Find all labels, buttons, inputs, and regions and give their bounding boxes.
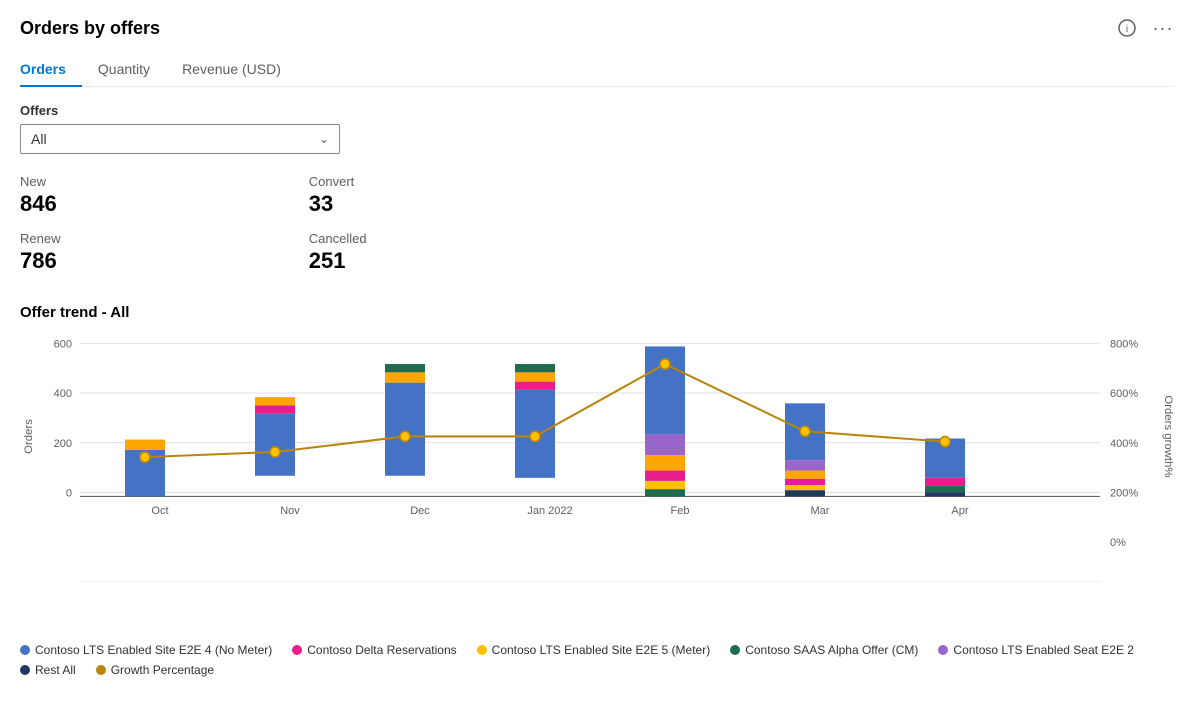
stat-renew-value: 786 — [20, 248, 309, 274]
chevron-down-icon: ⌄ — [319, 132, 329, 146]
svg-text:Mar: Mar — [811, 505, 830, 517]
svg-text:800%: 800% — [1110, 338, 1138, 350]
more-options-icon[interactable]: ··· — [1151, 16, 1175, 40]
legend-label-0: Contoso LTS Enabled Site E2E 4 (No Meter… — [35, 643, 272, 657]
legend-label-3: Contoso SAAS Alpha Offer (CM) — [745, 643, 918, 657]
stat-new-value: 846 — [20, 191, 309, 217]
stat-convert: Convert 33 — [309, 170, 598, 227]
stats-grid: New 846 Convert 33 Renew 786 Cancelled 2… — [20, 170, 598, 284]
svg-text:Nov: Nov — [280, 505, 300, 517]
legend-item-3: Contoso SAAS Alpha Offer (CM) — [730, 643, 918, 657]
stat-renew: Renew 786 — [20, 227, 309, 284]
svg-text:400%: 400% — [1110, 438, 1138, 450]
stat-renew-label: Renew — [20, 231, 309, 246]
legend-item-6: Growth Percentage — [96, 663, 214, 677]
svg-text:Orders growth%: Orders growth% — [1162, 395, 1174, 477]
legend-label-5: Rest All — [35, 663, 76, 677]
legend-color-contoso-lts-4 — [20, 645, 30, 655]
legend-item-0: Contoso LTS Enabled Site E2E 4 (No Meter… — [20, 643, 272, 657]
header-icons: i ··· — [1115, 16, 1175, 40]
stat-cancelled-label: Cancelled — [309, 231, 598, 246]
svg-text:Apr: Apr — [951, 505, 968, 517]
stat-new: New 846 — [20, 170, 309, 227]
svg-text:Oct: Oct — [151, 505, 169, 517]
legend-item-2: Contoso LTS Enabled Site E2E 5 (Meter) — [477, 643, 711, 657]
svg-text:Jan 2022: Jan 2022 — [527, 505, 572, 517]
chart-legend: Contoso LTS Enabled Site E2E 4 (No Meter… — [20, 643, 1175, 677]
svg-text:0%: 0% — [1110, 537, 1126, 549]
legend-color-rest-all — [20, 665, 30, 675]
stat-convert-label: Convert — [309, 174, 598, 189]
tab-quantity[interactable]: Quantity — [98, 53, 166, 87]
legend-color-growth — [96, 665, 106, 675]
page-container: Orders by offers i ··· Orders Quantity R… — [0, 0, 1195, 702]
info-icon[interactable]: i — [1115, 16, 1139, 40]
legend-label-6: Growth Percentage — [111, 663, 214, 677]
svg-text:Feb: Feb — [671, 505, 690, 517]
legend-item-5: Rest All — [20, 663, 76, 677]
svg-text:200: 200 — [54, 438, 72, 450]
legend-color-contoso-delta — [292, 645, 302, 655]
header-row: Orders by offers i ··· — [20, 16, 1175, 40]
page-title: Orders by offers — [20, 18, 160, 39]
svg-text:Orders: Orders — [23, 419, 35, 454]
stat-convert-value: 33 — [309, 191, 598, 217]
stat-new-label: New — [20, 174, 309, 189]
chart-wrapper: 600 400 200 0 800% 600% 400% 200% 0% Ord… — [20, 333, 1175, 633]
stat-cancelled: Cancelled 251 — [309, 227, 598, 284]
legend-item-1: Contoso Delta Reservations — [292, 643, 456, 657]
svg-text:200%: 200% — [1110, 487, 1138, 499]
svg-text:600%: 600% — [1110, 388, 1138, 400]
offers-dropdown[interactable]: All ⌄ — [20, 124, 340, 154]
legend-label-1: Contoso Delta Reservations — [307, 643, 456, 657]
tab-orders[interactable]: Orders — [20, 53, 82, 87]
offers-label: Offers — [20, 103, 1175, 118]
legend-color-contoso-saas — [730, 645, 740, 655]
svg-text:i: i — [1126, 24, 1128, 35]
tabs-bar: Orders Quantity Revenue (USD) — [20, 52, 1175, 87]
chart-title: Offer trend - All — [20, 304, 1175, 321]
dropdown-value: All — [31, 131, 47, 147]
svg-text:400: 400 — [54, 388, 72, 400]
bar-line-chart: 600 400 200 0 800% 600% 400% 200% 0% Ord… — [20, 333, 1175, 633]
legend-item-4: Contoso LTS Enabled Seat E2E 2 — [938, 643, 1134, 657]
svg-text:Dec: Dec — [410, 505, 430, 517]
legend-color-contoso-seat — [938, 645, 948, 655]
svg-text:600: 600 — [54, 338, 72, 350]
tab-revenue[interactable]: Revenue (USD) — [182, 53, 297, 87]
chart-section: Offer trend - All 600 400 200 0 800% 600… — [20, 304, 1175, 677]
legend-label-4: Contoso LTS Enabled Seat E2E 2 — [953, 643, 1134, 657]
legend-label-2: Contoso LTS Enabled Site E2E 5 (Meter) — [492, 643, 711, 657]
legend-color-contoso-lts-5 — [477, 645, 487, 655]
svg-text:0: 0 — [66, 487, 72, 499]
stat-cancelled-value: 251 — [309, 248, 598, 274]
